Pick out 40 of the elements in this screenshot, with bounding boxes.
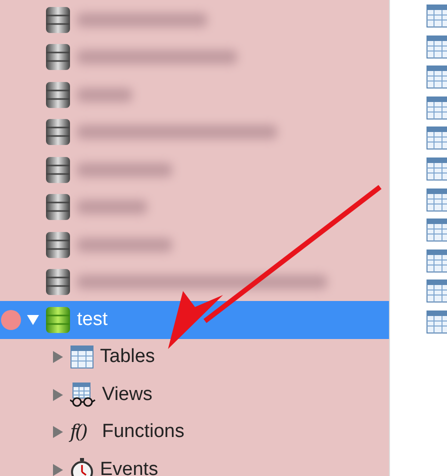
collapsed-triangle-icon[interactable] [52, 464, 64, 476]
tree-item-label: Events [100, 458, 158, 476]
database-icon [45, 230, 71, 259]
table-icon [426, 218, 447, 242]
table-icon [426, 156, 447, 181]
collapsed-triangle-icon[interactable] [52, 426, 64, 438]
database-icon [45, 118, 71, 146]
tree-item[interactable]: Tables [0, 338, 389, 376]
table-icon [426, 34, 447, 59]
tree-item-label: Views [102, 382, 152, 406]
database-icon [45, 6, 71, 34]
table-icon [426, 65, 447, 90]
tree-item[interactable]: Events [0, 451, 389, 476]
tree-item[interactable]: f() Functions [0, 414, 389, 451]
function-glyph: f() [70, 420, 88, 445]
table-icon [426, 279, 447, 304]
database-icon [45, 193, 71, 222]
table-icon [426, 4, 447, 28]
table-with-glasses-icon [70, 382, 96, 408]
database-icon [45, 268, 71, 296]
blurred-database-name [77, 88, 132, 102]
tree-item[interactable]: Views [0, 376, 389, 414]
table-icon [426, 248, 447, 273]
table-icon [426, 96, 447, 120]
expanded-triangle-icon[interactable] [27, 314, 39, 326]
tree-item-label: Tables [100, 345, 155, 369]
database-icon [45, 43, 71, 72]
blurred-database-name [77, 200, 147, 214]
database-icon [45, 156, 71, 184]
table-icon [426, 188, 447, 212]
database-icon [45, 80, 71, 109]
table-icon [70, 345, 94, 370]
table-icon [426, 126, 447, 150]
collapsed-triangle-icon[interactable] [52, 388, 64, 401]
tree-item-label: Functions [102, 420, 184, 444]
database-name: test [77, 308, 108, 332]
collapsed-triangle-icon[interactable] [52, 351, 64, 364]
table-icon [426, 310, 447, 334]
database-icon [45, 306, 71, 334]
stopwatch-icon [70, 456, 94, 476]
